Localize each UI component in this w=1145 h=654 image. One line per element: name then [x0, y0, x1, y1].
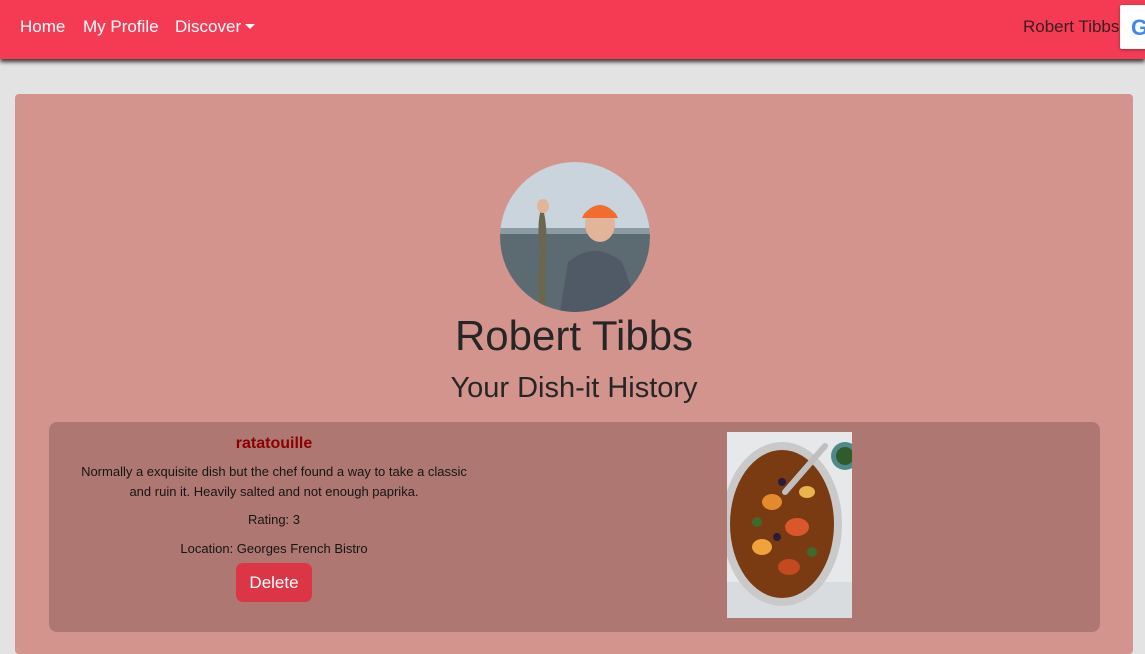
avatar: [500, 162, 650, 312]
dish-rating: Rating: 3: [247, 512, 301, 527]
history-heading: Your Dish-it History: [450, 372, 698, 404]
dish-title: ratatouille: [235, 435, 313, 452]
profile-panel: Robert Tibbs Your Dish-it History ratato…: [15, 94, 1133, 654]
dish-description: Normally a exquisite dish but the chef f…: [81, 464, 467, 499]
nav-user-name: Robert Tibbs: [1023, 17, 1120, 36]
profile-name: Robert Tibbs: [454, 312, 694, 359]
history-card: ratatouille Normally a exquisite dish bu…: [49, 422, 1100, 632]
google-signin-button[interactable]: G: [1120, 5, 1145, 49]
dish-location: Location: Georges French Bistro: [180, 541, 368, 556]
nav-discover-dropdown[interactable]: Discover: [175, 17, 256, 37]
caret-down-icon: [245, 24, 256, 29]
delete-button[interactable]: Delete: [236, 563, 312, 602]
google-icon: G: [1131, 15, 1145, 40]
nav-home-link[interactable]: Home: [20, 17, 65, 37]
navbar: Home My Profile Discover Robert Tibbs G: [0, 0, 1145, 59]
dish-photo: [727, 432, 852, 618]
nav-my-profile-link[interactable]: My Profile: [83, 17, 159, 37]
nav-discover-label: Discover: [175, 17, 242, 36]
